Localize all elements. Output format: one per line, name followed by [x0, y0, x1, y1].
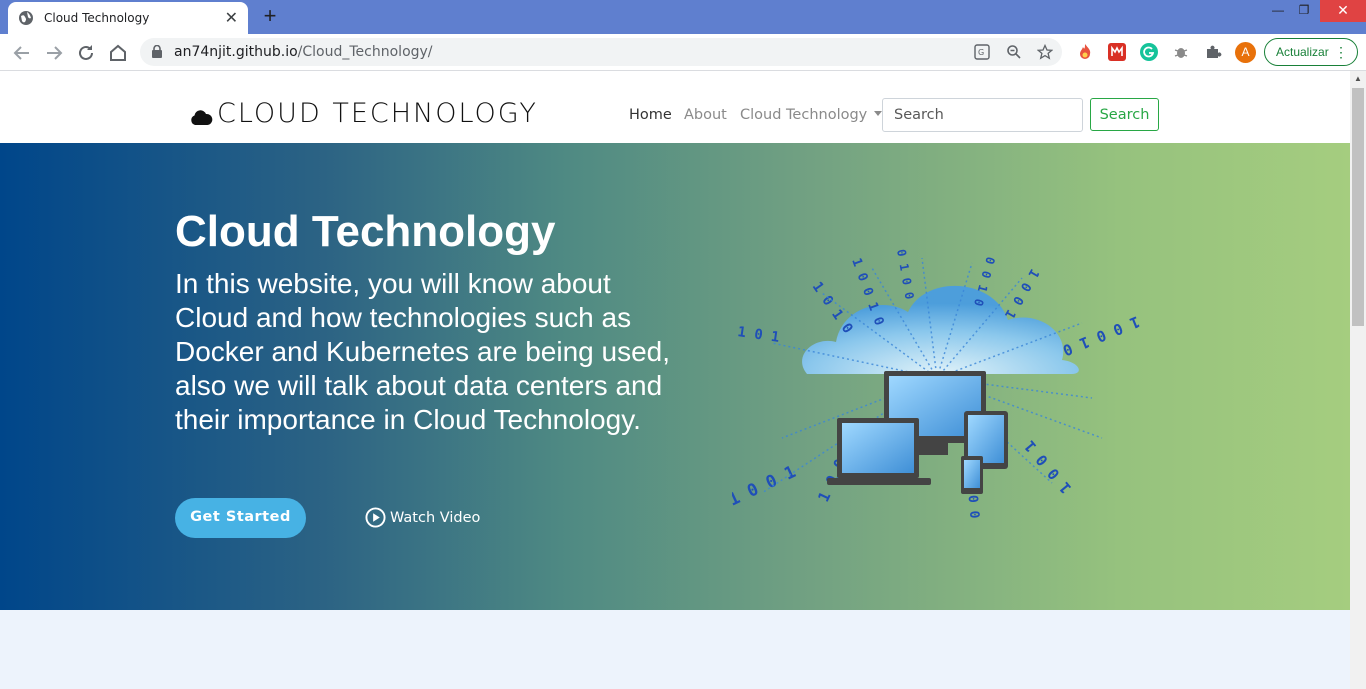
- zoom-icon[interactable]: [1006, 44, 1022, 60]
- globe-icon: [19, 11, 33, 25]
- cloud-devices-illustration: 1 0 1 0 1 0 0 1 0 0 1 0 0 0 0 1 0 1 0 0 …: [732, 248, 1142, 519]
- svg-text:G: G: [978, 48, 984, 57]
- translate-icon[interactable]: G: [974, 44, 990, 60]
- extensions-puzzle-icon[interactable]: [1204, 43, 1222, 61]
- svg-text:1 0 0 1: 1 0 0 1: [1021, 437, 1075, 497]
- extension-red-icon[interactable]: [1108, 43, 1126, 61]
- play-circle-icon: [365, 507, 386, 528]
- profile-avatar[interactable]: A: [1235, 42, 1256, 63]
- search-input[interactable]: [882, 98, 1083, 132]
- home-icon[interactable]: [106, 41, 130, 65]
- get-started-button[interactable]: Get Started: [175, 498, 306, 538]
- nav-link-about[interactable]: About: [684, 107, 727, 123]
- svg-text:1 0 1 0: 1 0 1 0: [809, 279, 856, 337]
- watch-video-label: Watch Video: [390, 509, 481, 526]
- bookmark-star-icon[interactable]: [1037, 44, 1053, 60]
- reload-icon[interactable]: [74, 41, 98, 65]
- forward-arrow-icon[interactable]: [42, 41, 66, 65]
- search-button[interactable]: Search: [1090, 98, 1159, 131]
- back-arrow-icon[interactable]: [10, 41, 34, 65]
- lock-icon: [152, 45, 162, 58]
- address-bar[interactable]: an74njit.github.io/Cloud_Technology/ G: [140, 38, 1062, 66]
- update-button-label: Actualizar: [1276, 45, 1329, 59]
- scroll-up-icon[interactable]: ▲: [1354, 74, 1362, 83]
- scrollbar-thumb[interactable]: [1352, 88, 1364, 326]
- nav-link-home[interactable]: Home: [629, 107, 672, 123]
- svg-text:1 0 0 1: 1 0 0 1: [1001, 266, 1041, 321]
- restore-icon[interactable]: ❐: [1290, 0, 1318, 22]
- hero-description: In this website, you will know about Clo…: [175, 268, 670, 435]
- hero-section: Cloud Technology In this website, you wi…: [0, 143, 1350, 610]
- url-host: an74njit.github.io: [174, 44, 298, 60]
- page-scrollbar[interactable]: ▲: [1350, 71, 1366, 689]
- site-navbar: CLOUD TECHNOLOGY Home About Cloud Techno…: [0, 71, 1350, 143]
- window-close-icon[interactable]: ✕: [1320, 0, 1366, 22]
- watch-video-link[interactable]: Watch Video: [365, 507, 480, 528]
- brand-text: CLOUD TECHNOLOGY: [217, 98, 538, 129]
- hero-title: Cloud Technology: [175, 207, 556, 256]
- bug-extension-icon[interactable]: [1172, 43, 1190, 61]
- web-page: CLOUD TECHNOLOGY Home About Cloud Techno…: [0, 71, 1350, 689]
- tab-title: Cloud Technology: [44, 11, 150, 25]
- nav-dropdown-label: Cloud Technology: [740, 107, 868, 123]
- new-tab-button[interactable]: +: [258, 5, 282, 29]
- tab-close-icon[interactable]: ✕: [225, 8, 238, 28]
- minimize-icon[interactable]: —: [1264, 0, 1292, 22]
- brand-logo[interactable]: CLOUD TECHNOLOGY: [189, 98, 538, 129]
- svg-text:1 0 0 1 0: 1 0 0 1 0: [1060, 312, 1142, 359]
- svg-text:1 0 1: 1 0 1: [736, 324, 780, 346]
- more-menu-icon[interactable]: ⋮: [1334, 39, 1348, 65]
- browser-tab[interactable]: Cloud Technology ✕: [8, 2, 248, 34]
- svg-text:1 0 0 1: 1 0 0 1: [732, 462, 799, 510]
- nav-dropdown-cloud-technology[interactable]: Cloud Technology: [740, 107, 883, 123]
- svg-text:0 1 0 0: 0 1 0 0: [894, 248, 917, 300]
- browser-tab-bar: Cloud Technology ✕ + — ❐ ✕: [0, 0, 1366, 34]
- grammarly-icon[interactable]: [1140, 43, 1158, 61]
- extension-fire-icon[interactable]: [1076, 43, 1094, 61]
- url-text: an74njit.github.io/Cloud_Technology/: [174, 44, 433, 60]
- browser-toolbar: an74njit.github.io/Cloud_Technology/ G A…: [0, 34, 1366, 71]
- url-path: /Cloud_Technology/: [297, 44, 433, 60]
- update-button[interactable]: Actualizar ⋮: [1264, 38, 1358, 66]
- cloud-icon: [191, 109, 213, 125]
